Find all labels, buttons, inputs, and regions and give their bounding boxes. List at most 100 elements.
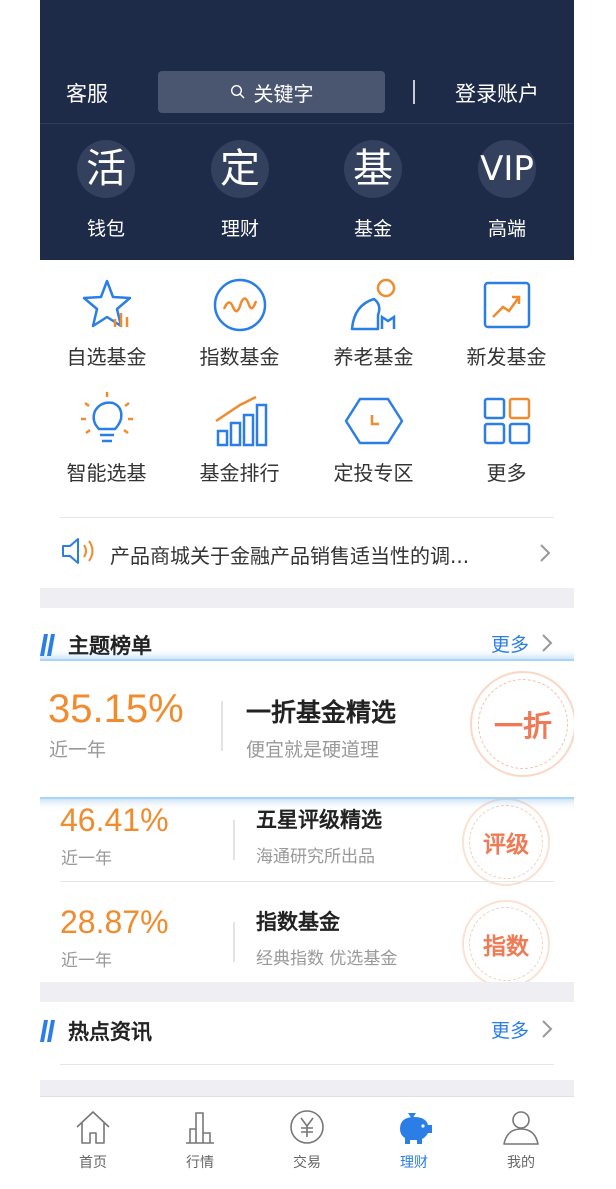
return-period: 近一年 — [49, 739, 107, 761]
grid-label: 指数基金 — [199, 345, 280, 369]
grid-item-favorites[interactable]: 自选基金 — [40, 275, 173, 370]
tab-label: 理财 — [400, 1155, 428, 1171]
shortcut-wallet[interactable]: 活 钱包 — [66, 140, 146, 241]
profile-icon — [503, 1111, 539, 1145]
theme-desc: 便宜就是硬道理 — [246, 739, 380, 761]
hexagon-clock-icon — [344, 397, 403, 445]
grid-item-auto-invest[interactable]: 定投专区 — [307, 391, 440, 486]
yen-trade-icon — [290, 1110, 324, 1144]
tab-home[interactable]: 首页 — [40, 1107, 146, 1172]
chevron-right-icon[interactable] — [540, 632, 554, 654]
grid-label: 基金排行 — [199, 461, 280, 485]
divider — [60, 881, 554, 882]
home-icon — [76, 1111, 110, 1144]
search-placeholder: 关键字 — [253, 81, 314, 106]
section-title: 主题榜单 — [68, 634, 152, 658]
grid-label: 定投专区 — [333, 461, 414, 485]
shortcut-label: 钱包 — [86, 218, 125, 240]
theme-desc: 经典指数 优选基金 — [256, 949, 398, 969]
chevron-right-icon[interactable] — [540, 1018, 554, 1040]
tab-market[interactable]: 行情 — [147, 1107, 253, 1172]
return-percent: 35.15% — [48, 687, 184, 731]
shortcut-label: 理财 — [220, 218, 259, 240]
ranking-bars-icon — [214, 395, 267, 447]
theme-name: 指数基金 — [256, 910, 340, 934]
search-icon — [230, 84, 244, 99]
login-button[interactable]: 登录账户 — [455, 78, 539, 108]
tab-label: 首页 — [79, 1155, 107, 1171]
return-percent: 46.41% — [60, 802, 169, 838]
section-gap — [40, 982, 574, 1002]
shortcut-vip[interactable]: VIP 高端 — [467, 140, 547, 241]
grid-item-pension[interactable]: 养老基金 — [307, 275, 440, 370]
divider — [221, 701, 223, 751]
section-mark-icon — [40, 1020, 55, 1042]
shortcut-finance[interactable]: 定 理财 — [200, 140, 280, 241]
elderly-person-icon — [350, 278, 395, 331]
chevron-right-icon — [540, 544, 551, 562]
theme-name: 一折基金精选 — [246, 698, 397, 727]
divider — [60, 1064, 554, 1065]
wallet-icon: 活 — [77, 140, 135, 198]
notice-text: 产品商城关于金融产品销售适当性的调... — [110, 544, 470, 568]
grid-item-index-fund[interactable]: 指数基金 — [173, 275, 306, 370]
grid-item-new-fund[interactable]: 新发基金 — [440, 275, 573, 370]
shortcut-label: 基金 — [353, 218, 392, 240]
return-percent: 28.87% — [60, 904, 169, 940]
theme-badge: 一折 — [470, 671, 574, 777]
grid-more-icon — [483, 397, 530, 445]
shortcut-label: 高端 — [487, 218, 526, 240]
grid-label: 新发基金 — [466, 345, 547, 369]
speaker-icon — [62, 538, 94, 564]
tab-label: 我的 — [507, 1155, 535, 1171]
theme-desc: 海通研究所出品 — [256, 847, 375, 867]
return-period: 近一年 — [61, 849, 112, 869]
divider — [233, 820, 235, 860]
news-more-link[interactable]: 更多 — [491, 1016, 529, 1043]
tab-mine[interactable]: 我的 — [468, 1107, 574, 1172]
theme-badge: 指数 — [462, 900, 550, 988]
section-title: 热点资讯 — [68, 1020, 152, 1044]
customer-service-link[interactable]: 客服 — [66, 78, 108, 108]
shortcut-fund[interactable]: 基 基金 — [333, 140, 413, 241]
divider — [233, 922, 235, 962]
themes-header: 主题榜单 更多 — [40, 624, 574, 664]
grid-label: 更多 — [486, 461, 527, 485]
notice-bar[interactable]: 产品商城关于金融产品销售适当性的调... — [40, 530, 574, 576]
fund-icon: 基 — [344, 140, 402, 198]
tab-label: 交易 — [293, 1155, 321, 1171]
finance-icon: 定 — [211, 140, 269, 198]
section-gap — [40, 1080, 574, 1096]
grid-item-more[interactable]: 更多 — [440, 391, 573, 486]
divider — [413, 80, 415, 104]
piggy-bank-icon — [400, 1113, 432, 1144]
header: 客服 关键字 登录账户 活 钱包 定 理财 基 基金 VIP 高端 — [40, 0, 574, 260]
tab-trade[interactable]: 交易 — [254, 1107, 360, 1172]
bottom-tab-bar: 首页 行情 交易 理财 我的 — [40, 1096, 574, 1189]
star-chart-icon — [82, 279, 131, 328]
themes-more-link[interactable]: 更多 — [491, 630, 529, 657]
tab-finance[interactable]: 理财 — [361, 1107, 467, 1172]
market-icon — [186, 1112, 214, 1144]
lightbulb-icon — [80, 392, 133, 443]
news-header: 热点资讯 更多 — [40, 1010, 574, 1050]
header-shortcuts: 活 钱包 定 理财 基 基金 VIP 高端 — [40, 140, 574, 250]
trend-up-icon — [483, 281, 530, 329]
grid-label: 智能选基 — [66, 461, 147, 485]
theme-name: 五星评级精选 — [256, 808, 382, 832]
featured-theme-card[interactable]: 35.15% 近一年 一折基金精选 便宜就是硬道理 一折 — [40, 659, 574, 799]
tab-label: 行情 — [186, 1155, 214, 1171]
grid-item-ranking[interactable]: 基金排行 — [173, 391, 306, 486]
grid-label: 养老基金 — [333, 345, 414, 369]
grid-item-smart-pick[interactable]: 智能选基 — [40, 391, 173, 486]
search-input[interactable]: 关键字 — [158, 71, 385, 113]
theme-badge: 评级 — [462, 798, 550, 886]
header-divider — [40, 123, 574, 124]
divider — [60, 517, 554, 518]
return-period: 近一年 — [61, 951, 112, 971]
wave-circle-icon — [213, 278, 266, 332]
app-screen: 客服 关键字 登录账户 活 钱包 定 理财 基 基金 VIP 高端 自选基金 指… — [40, 0, 574, 1189]
grid-label: 自选基金 — [66, 345, 147, 369]
top-bar: 客服 关键字 登录账户 — [40, 70, 574, 116]
section-mark-icon — [40, 634, 55, 656]
